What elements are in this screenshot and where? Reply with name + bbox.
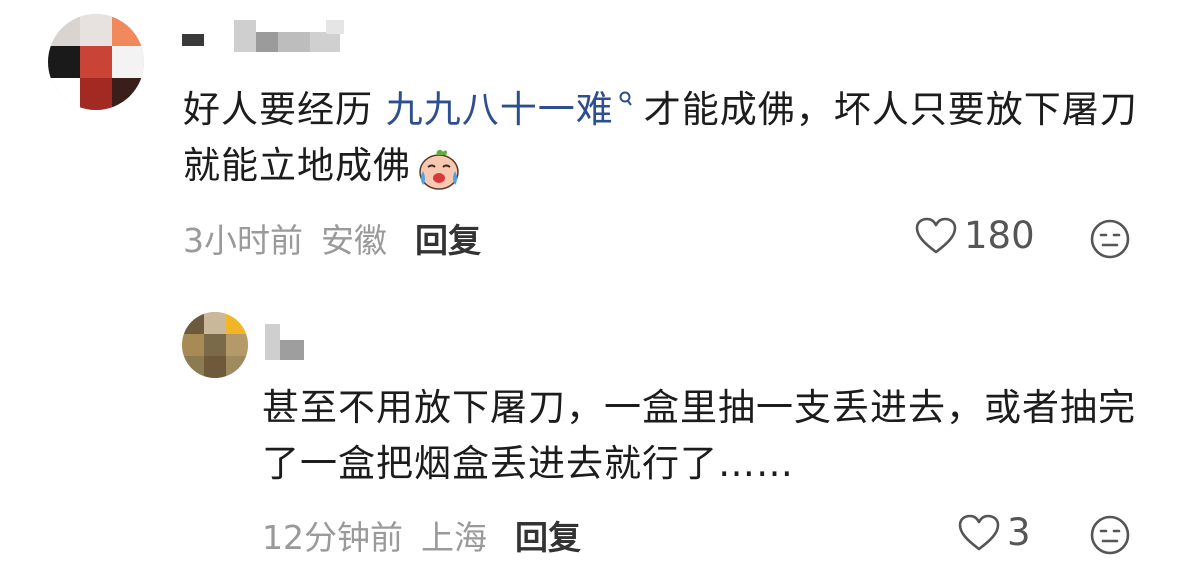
comment-like-button[interactable]: 180 <box>914 214 1035 257</box>
reply-button[interactable]: 回复 <box>415 221 481 260</box>
search-icon[interactable] <box>618 90 634 108</box>
dislike-face-icon[interactable] <box>1089 514 1131 556</box>
heart-icon <box>958 514 1000 550</box>
comment-like-count: 180 <box>964 214 1035 257</box>
comment-location: 安徽 <box>321 221 387 260</box>
reply-avatar[interactable] <box>182 312 248 378</box>
dislike-face-icon[interactable] <box>1089 218 1131 260</box>
reply-text: 甚至不用放下屠刀，一盒里抽一支丢进去，或者抽完了一盒把烟盒丢进去就行了…… <box>262 386 1136 485</box>
reply-username[interactable] <box>265 324 310 360</box>
crying-face-emoji-icon <box>419 149 459 190</box>
reply-location: 上海 <box>421 518 487 557</box>
heart-icon <box>915 217 957 253</box>
comment-time: 3小时前 <box>183 221 303 260</box>
comment-meta: 3小时前 安徽 回复 <box>183 214 481 262</box>
comment-text: 好人要经历 九九八十一难 才能成佛，坏人只要放下屠刀就能立地成佛 <box>183 82 1173 194</box>
reply-like-button[interactable]: 3 <box>957 511 1031 554</box>
search-link[interactable]: 九九八十一难 <box>386 88 614 131</box>
comment-username[interactable] <box>182 20 362 52</box>
comment-text-before: 好人要经历 <box>183 88 386 131</box>
reply-reply-button[interactable]: 回复 <box>515 518 581 557</box>
reply-like-count: 3 <box>1007 511 1031 554</box>
comment-avatar[interactable] <box>48 14 144 110</box>
reply-time: 12分钟前 <box>262 518 403 557</box>
reply-meta: 12分钟前 上海 回复 <box>262 511 581 559</box>
